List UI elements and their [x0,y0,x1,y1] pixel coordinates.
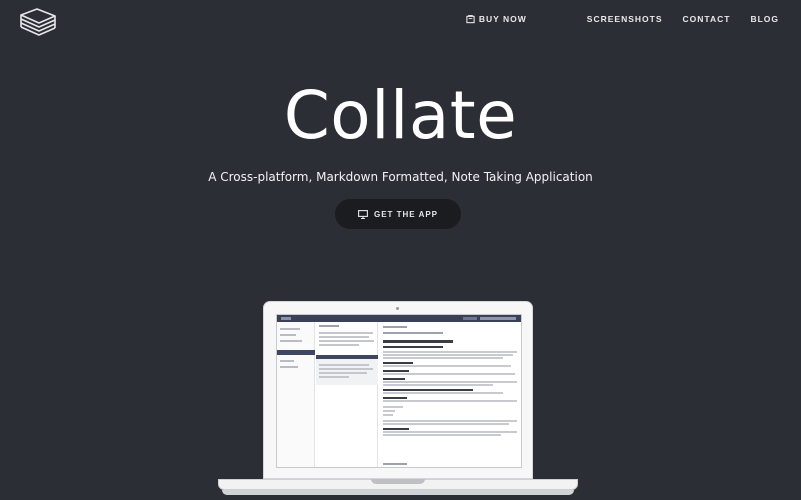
screenshots-link[interactable]: SCREENSHOTS [587,13,663,25]
buy-now-label: BUY NOW [478,14,527,24]
contact-link[interactable]: CONTACT [683,13,731,25]
app-note-list [316,322,378,467]
hero-subtitle: A Cross-platform, Markdown Formatted, No… [208,170,593,184]
monitor-icon [358,209,368,219]
get-the-app-button[interactable]: GET THE APP [335,199,461,229]
cart-icon [466,14,475,23]
app-editor [379,322,521,467]
hero-title: Collate [283,77,518,154]
stacked-papers-icon[interactable] [17,6,59,36]
main-nav: BUY NOW SCREENSHOTS CONTACT BLOG [466,13,779,25]
app-sidebar [277,322,315,467]
app-topbar [277,315,521,322]
laptop-icon [218,301,578,500]
blog-link[interactable]: BLOG [750,13,779,25]
camera-dot [396,307,399,310]
app-screenshot [276,314,522,468]
get-the-app-label: GET THE APP [373,209,439,219]
laptop-base-shadow [222,490,574,495]
laptop-lid [263,301,533,479]
buy-now-link[interactable]: BUY NOW [466,13,527,25]
laptop-notch [371,479,425,484]
